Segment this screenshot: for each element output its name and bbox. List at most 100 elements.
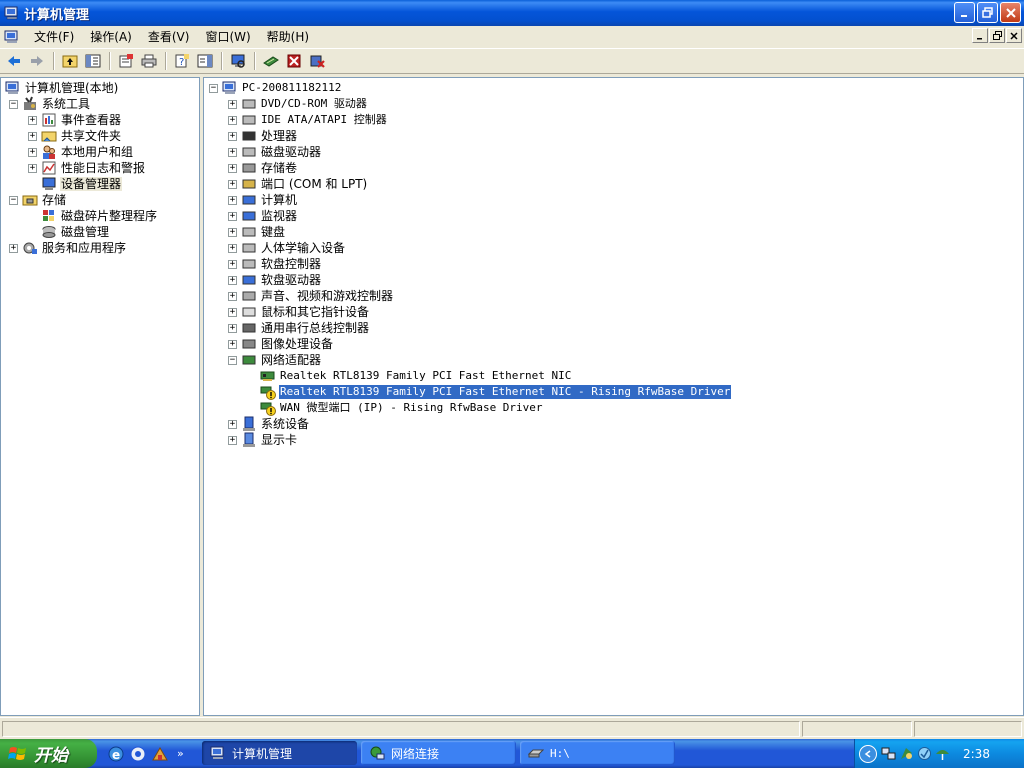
device-category-system-devices[interactable]: + 系统设备 [228,416,310,432]
clock[interactable]: 2:38 [963,747,990,761]
device-tree-root[interactable]: − PC-200811182112 [209,80,342,96]
uninstall-device-button[interactable] [306,50,328,72]
device-category[interactable]: + 端口 (COM 和 LPT) [228,176,368,192]
help-button[interactable]: ? [171,50,193,72]
expand-icon[interactable]: + [28,131,37,141]
child-close-button[interactable] [1006,28,1022,43]
tree-item-performance-logs[interactable]: + 性能日志和警报 [28,160,146,176]
print-button[interactable] [138,50,160,72]
expand-icon[interactable]: + [228,275,237,285]
collapse-icon[interactable]: − [228,355,237,365]
expand-icon[interactable]: + [228,115,237,125]
device-item-nic-rising[interactable]: Realtek RTL8139 Family PCI Fast Ethernet… [260,384,733,400]
expand-icon[interactable]: + [228,195,237,205]
expand-icon[interactable]: + [28,115,37,125]
update-driver-button[interactable] [260,50,282,72]
tree-item-device-manager[interactable]: 设备管理器 [41,176,123,192]
expand-icon[interactable]: + [228,243,237,253]
child-minimize-button[interactable] [972,28,988,43]
menu-window[interactable]: 窗口(W) [197,27,258,47]
show-hide-tree-button[interactable] [82,50,104,72]
menu-view[interactable]: 查看(V) [140,27,198,47]
device-category[interactable]: + 监视器 [228,208,298,224]
child-restore-button[interactable] [989,28,1005,43]
expand-icon[interactable]: + [228,307,237,317]
expand-icon[interactable]: + [228,211,237,221]
device-item-wan-miniport[interactable]: WAN 微型端口 (IP) - Rising RfwBase Driver [260,400,544,416]
device-category[interactable]: + 存储卷 [228,160,298,176]
device-category[interactable]: + 鼠标和其它指针设备 [228,304,370,320]
tree-item-storage[interactable]: − 存储 [9,192,67,208]
back-button[interactable] [3,50,25,72]
expand-icon[interactable]: + [228,131,237,141]
tree-root[interactable]: 计算机管理(本地) [5,80,119,96]
expand-icon[interactable]: + [28,147,37,157]
expand-icon[interactable]: + [228,323,237,333]
minimize-button[interactable] [954,2,975,23]
expand-icon[interactable]: + [228,147,237,157]
tree-item-shared-folders[interactable]: + 共享文件夹 [28,128,122,144]
expand-icon[interactable]: + [228,435,237,445]
expand-icon[interactable]: + [228,99,237,109]
expand-icon[interactable]: + [228,259,237,269]
expand-icon[interactable]: + [228,419,237,429]
scan-hardware-button[interactable] [227,50,249,72]
system-menu-icon[interactable] [4,29,20,45]
properties-button[interactable] [115,50,137,72]
device-category[interactable]: + 通用串行总线控制器 [228,320,370,336]
device-category[interactable]: + 图像处理设备 [228,336,334,352]
task-drive-h[interactable]: H:\ [520,741,675,765]
expand-icon[interactable]: + [28,163,37,173]
tree-item-disk-management[interactable]: 磁盘管理 [41,224,110,240]
firewall-tray-icon[interactable] [917,746,932,761]
chevron-right-icon[interactable]: » [177,747,184,760]
device-category[interactable]: − 网络适配器 [228,352,322,368]
task-network-connections[interactable]: 网络连接 [361,741,516,765]
device-category[interactable]: + 计算机 [228,192,298,208]
tree-item-local-users[interactable]: + 本地用户和组 [28,144,134,160]
console-tree-pane[interactable]: 计算机管理(本地) − 系统工具 + 事件查看器 + 共享文件夹 + 本地用户和… [0,77,200,716]
device-category[interactable]: + 人体学输入设备 [228,240,346,256]
show-hidden-icons-button[interactable] [859,744,877,763]
restore-button[interactable] [977,2,998,23]
up-one-level-button[interactable] [59,50,81,72]
menu-action[interactable]: 操作(A) [82,27,140,47]
media-player-icon[interactable] [129,745,147,763]
menu-file[interactable]: 文件(F) [26,27,82,47]
expand-icon[interactable]: + [228,291,237,301]
device-category[interactable]: + 软盘控制器 [228,256,322,272]
tree-item-system-tools[interactable]: − 系统工具 [9,96,91,112]
expand-icon[interactable]: + [9,243,18,253]
forward-button[interactable] [26,50,48,72]
menu-help[interactable]: 帮助(H) [259,27,317,47]
umbrella-tray-icon[interactable] [935,746,950,761]
device-category[interactable]: + 键盘 [228,224,286,240]
show-desktop-icon[interactable] [151,745,169,763]
expand-icon[interactable]: + [228,179,237,189]
tree-item-services-apps[interactable]: + 服务和应用程序 [9,240,127,256]
network-tray-icon[interactable] [881,746,896,761]
device-tree-pane[interactable]: − PC-200811182112 + DVD/CD-ROM 驱动器 + IDE AT… [203,77,1024,716]
device-category[interactable]: + 声音、视频和游戏控制器 [228,288,394,304]
start-button[interactable]: 开始 [0,739,97,768]
tree-item-disk-defragmenter[interactable]: 磁盘碎片整理程序 [41,208,158,224]
device-category[interactable]: + 磁盘驱动器 [228,144,322,160]
antivirus-tray-icon[interactable] [899,746,914,761]
device-item-nic[interactable]: Realtek RTL8139 Family PCI Fast Ethernet… [260,368,572,384]
expand-icon[interactable]: + [228,227,237,237]
internet-explorer-icon[interactable]: e [107,745,125,763]
task-computer-management[interactable]: 计算机管理 [202,741,357,765]
device-category-display-adapters[interactable]: + 显示卡 [228,432,298,448]
close-button[interactable] [1000,2,1021,23]
show-hide-action-pane-button[interactable] [194,50,216,72]
collapse-icon[interactable]: − [209,83,218,93]
title-bar[interactable]: 计算机管理 [0,0,1024,26]
device-category[interactable]: + IDE ATA/ATAPI 控制器 [228,112,388,128]
tree-item-event-viewer[interactable]: + 事件查看器 [28,112,122,128]
device-category[interactable]: + 软盘驱动器 [228,272,322,288]
device-category[interactable]: + 处理器 [228,128,298,144]
collapse-icon[interactable]: − [9,195,18,205]
collapse-icon[interactable]: − [9,99,18,109]
expand-icon[interactable]: + [228,339,237,349]
expand-icon[interactable]: + [228,163,237,173]
